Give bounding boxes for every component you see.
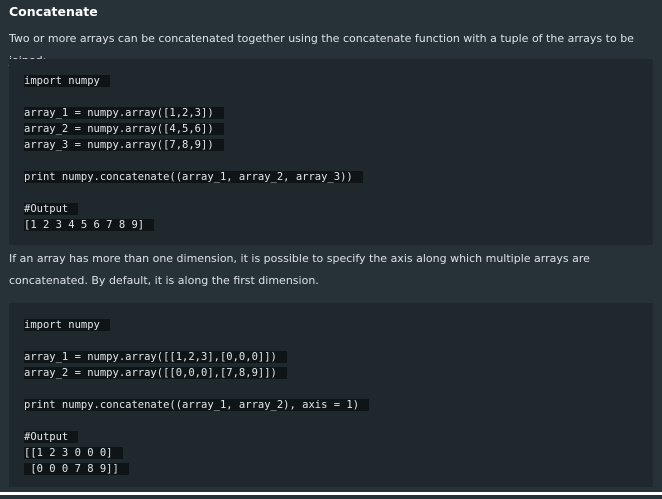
code-line: #Output [24,429,653,445]
code-text: #Output [24,431,79,443]
axis-paragraph: If an array has more than one dimension,… [9,252,590,287]
code-line: import numpy [24,73,653,89]
code-line: array_2 = numpy.array([4,5,6]) [24,121,653,137]
code-text: [[1 2 3 0 0 0] [24,447,123,459]
code-line: array_3 = numpy.array([7,8,9]) [24,137,653,153]
section-heading: Concatenate [9,4,98,19]
code-text: print numpy.concatenate((array_1, array_… [24,171,363,183]
code-text: print numpy.concatenate((array_1, array_… [24,399,370,411]
code-text: import numpy [24,75,110,87]
code-line: print numpy.concatenate((array_1, array_… [24,397,653,413]
code-text: array_1 = numpy.array([1,2,3]) [24,107,224,119]
code-text: array_3 = numpy.array([7,8,9]) [24,139,224,151]
code-text: [0 0 0 7 8 9]] [24,463,129,475]
code-line: array_2 = numpy.array([[0,0,0],[7,8,9]]) [24,365,653,381]
section-divider [0,492,662,495]
code-block-concatenate: import numpy array_1 = numpy.array([1,2,… [9,59,653,245]
code-line: array_1 = numpy.array([[1,2,3],[0,0,0]]) [24,349,653,365]
code-line: #Output [24,201,653,217]
code-text: import numpy [24,319,110,331]
code-text: [1 2 3 4 5 6 7 8 9] [24,219,155,231]
code-line: [[1 2 3 0 0 0] [24,445,653,461]
code-line: print numpy.concatenate((array_1, array_… [24,169,653,185]
code-block-axis: import numpy array_1 = numpy.array([[1,2… [9,303,653,487]
code-line: [0 0 0 7 8 9]] [24,461,653,477]
code-line: import numpy [24,317,653,333]
code-text: array_2 = numpy.array([[0,0,0],[7,8,9]]) [24,367,287,379]
code-line: array_1 = numpy.array([1,2,3]) [24,105,653,121]
code-line: [1 2 3 4 5 6 7 8 9] [24,217,653,233]
code-text: #Output [24,203,79,215]
code-text: array_2 = numpy.array([4,5,6]) [24,123,224,135]
code-text: array_1 = numpy.array([[1,2,3],[0,0,0]]) [24,351,287,363]
